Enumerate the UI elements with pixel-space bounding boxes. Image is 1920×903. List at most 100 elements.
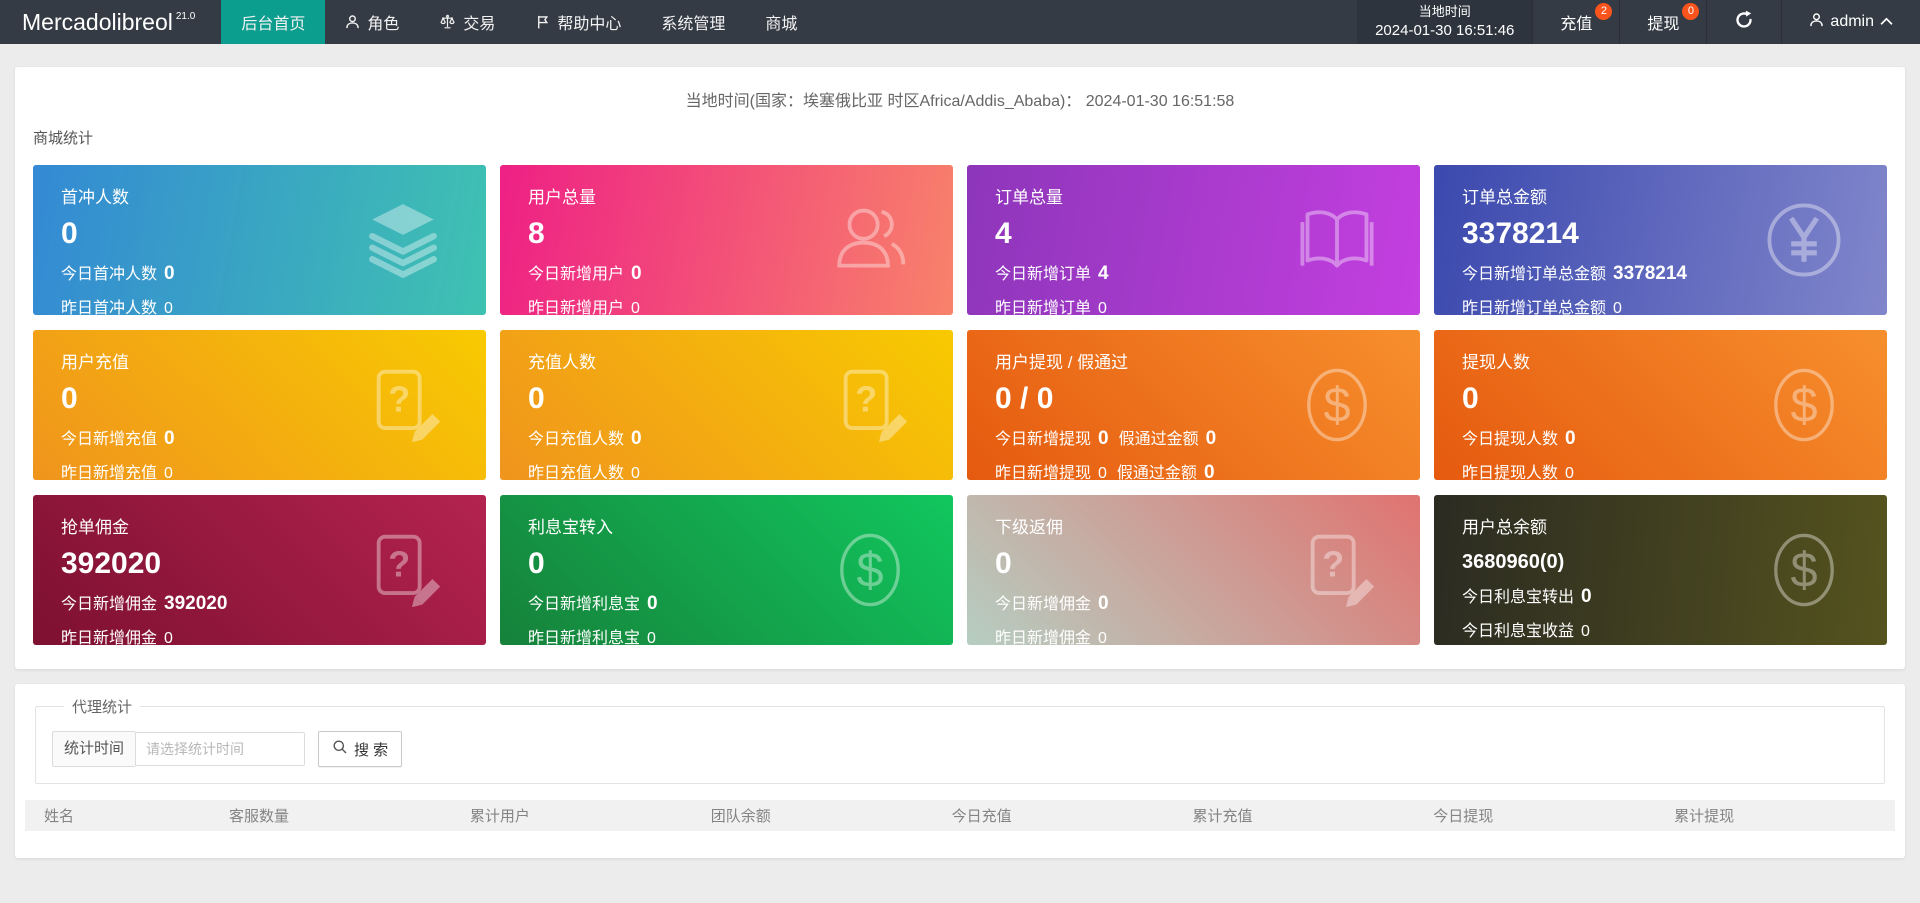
card-line: 昨日新增佣金 0	[995, 624, 1420, 645]
user-icon	[1809, 12, 1824, 33]
admin-username: admin	[1830, 13, 1874, 30]
card-line-label: 昨日新增订单	[995, 300, 1092, 315]
nav-item-roles[interactable]: 角色	[325, 0, 419, 44]
svg-text:$: $	[856, 544, 883, 598]
withdraw-label: 提现	[1647, 16, 1680, 33]
card-line-label: 昨日首冲人数	[61, 300, 158, 315]
column-header: 今日提现	[1433, 808, 1494, 825]
card-line: 昨日新增利息宝 0	[528, 624, 953, 645]
chevron-up-icon	[1880, 13, 1893, 31]
card-line: 昨日充值人数 0	[528, 459, 953, 480]
nav-item-label: 交易	[463, 16, 496, 33]
dollar-circle-icon: $	[829, 529, 911, 611]
card-line-value: 0	[164, 465, 173, 480]
stats-time-input[interactable]	[135, 732, 306, 766]
main-nav: 后台首页 角色 交易 帮助中心 系统管理 商城	[221, 0, 817, 44]
nav-item-dashboard[interactable]: 后台首页	[221, 0, 326, 44]
stat-card: 利息宝转入 0 今日新增利息宝 0 昨日新增利息宝 0 $	[500, 495, 953, 645]
nav-item-system[interactable]: 系统管理	[641, 0, 745, 44]
card-line-label: 今日充值人数	[528, 431, 625, 448]
app-logo[interactable]: Mercadolibreol 21.0	[0, 0, 221, 44]
card-line-value: 0	[1098, 593, 1109, 614]
agent-search-row: 统计时间 搜 索	[52, 731, 1868, 767]
search-button-label: 搜 索	[354, 741, 389, 759]
agent-table-header: 姓名 客服数量 累计用户 团队余额 今日充值 累计充值 今日提现 累计提现	[25, 800, 1895, 831]
card-line-label: 今日新增佣金	[995, 596, 1092, 613]
top-header: Mercadolibreol 21.0 后台首页 角色 交易 帮助中心 系统管理 …	[0, 0, 1920, 44]
app-version: 21.0	[175, 10, 196, 22]
withdraw-button[interactable]: 提现 0	[1619, 0, 1706, 44]
card-line-label: 今日新增利息宝	[528, 596, 641, 613]
svg-text:?: ?	[388, 544, 410, 584]
yen-circle-icon	[1763, 199, 1845, 281]
card-line-value: 0	[1098, 300, 1107, 315]
recharge-button[interactable]: 充值 2	[1532, 0, 1619, 44]
magnifier-icon	[332, 739, 348, 759]
timezone-line: 当地时间(国家：埃塞俄比亚 时区Africa/Addis_Ababa)： 202…	[685, 93, 1235, 110]
nav-item-mall[interactable]: 商城	[745, 0, 817, 44]
dollar-circle-icon: $	[1296, 364, 1378, 446]
refresh-button[interactable]	[1706, 0, 1781, 44]
stat-card: 订单总量 4 今日新增订单 4 昨日新增订单 0	[967, 165, 1420, 315]
card-line: 昨日新增订单总金额 0	[1462, 294, 1887, 315]
doc-question-icon: ?	[362, 529, 444, 611]
card-line-value: 0	[1565, 465, 1574, 480]
local-time-block: 当地时间 2024-01-30 16:51:46	[1357, 0, 1533, 44]
agent-stats-legend: 代理统计	[72, 699, 133, 716]
column-header: 累计提现	[1674, 808, 1735, 825]
card-line: 昨日新增提现 0 假通过金额 0	[995, 459, 1420, 480]
stat-card: 充值人数 0 今日充值人数 0 昨日充值人数 0?	[500, 330, 953, 480]
card-line-value: 0	[1613, 300, 1622, 315]
card-line-label: 昨日新增佣金	[61, 630, 158, 645]
stats-grid: 首冲人数 0 今日首冲人数 0 昨日首冲人数 0 用户总量 8 今日新增用户 0 昨日新增用户 0 订单…	[33, 165, 1887, 645]
user-icon	[345, 14, 360, 30]
dollar-circle-icon: $	[1763, 364, 1845, 446]
card-line-label: 昨日提现人数	[1462, 465, 1559, 480]
card-line-label: 昨日新增充值	[61, 465, 158, 480]
card-line-value: 0	[164, 428, 175, 449]
card-line-label: 今日首冲人数	[61, 266, 158, 283]
nav-item-label: 系统管理	[661, 16, 726, 33]
doc-question-icon: ?	[1296, 529, 1378, 611]
card-line-value: 0	[647, 630, 656, 645]
column-header: 累计用户	[469, 808, 530, 825]
card-line-value: 0	[1581, 623, 1590, 640]
card-line-label: 昨日充值人数	[528, 465, 625, 480]
nav-item-trade[interactable]: 交易	[419, 0, 515, 44]
header-spacer	[817, 0, 1357, 44]
doc-question-icon: ?	[829, 364, 911, 446]
card-line-value: 0	[647, 593, 658, 614]
scales-icon	[439, 14, 456, 30]
card-line-label: 今日提现人数	[1462, 431, 1559, 448]
svg-text:?: ?	[1322, 544, 1344, 584]
card-line-label: 今日利息宝转出	[1462, 589, 1575, 606]
nav-item-label: 商城	[765, 16, 798, 33]
nav-item-help-center[interactable]: 帮助中心	[515, 0, 641, 44]
nav-item-label: 后台首页	[241, 16, 306, 33]
admin-user-menu[interactable]: admin	[1781, 0, 1920, 44]
card-line-label: 今日新增订单总金额	[1462, 266, 1607, 283]
stat-card: 用户提现 / 假通过 0 / 0 今日新增提现 0 假通过金额 0 昨日新增提现 0 假通过金额…	[967, 330, 1420, 480]
search-button[interactable]: 搜 索	[318, 731, 403, 767]
card-line-value: 0	[631, 263, 642, 284]
withdraw-badge: 0	[1682, 3, 1700, 20]
card-line-value: 0	[1098, 465, 1107, 480]
card-line-label: 昨日新增佣金	[995, 630, 1092, 645]
stat-card: 下级返佣 0 今日新增佣金 0 昨日新增佣金 0?	[967, 495, 1420, 645]
card-line-value: 3378214	[1613, 263, 1687, 284]
flag-icon	[535, 14, 550, 30]
svg-text:?: ?	[388, 379, 410, 419]
stat-card: 提现人数 0 今日提现人数 0 昨日提现人数 0 $	[1434, 330, 1887, 480]
users-icon	[829, 199, 911, 281]
card-line-value: 392020	[164, 593, 228, 614]
card-line: 昨日首冲人数 0	[61, 294, 486, 315]
card-line: 今日利息宝收益 0	[1462, 617, 1887, 641]
card-line-value: 0	[1098, 630, 1107, 645]
card-line-value: 0	[1581, 586, 1592, 607]
doc-question-icon: ?	[362, 364, 444, 446]
nav-item-label: 角色	[367, 16, 400, 33]
book-icon	[1296, 199, 1378, 281]
layers-icon	[362, 199, 444, 281]
stat-card: 用户总量 8 今日新增用户 0 昨日新增用户 0	[500, 165, 953, 315]
card-line-label: 假通过金额	[1116, 465, 1197, 480]
